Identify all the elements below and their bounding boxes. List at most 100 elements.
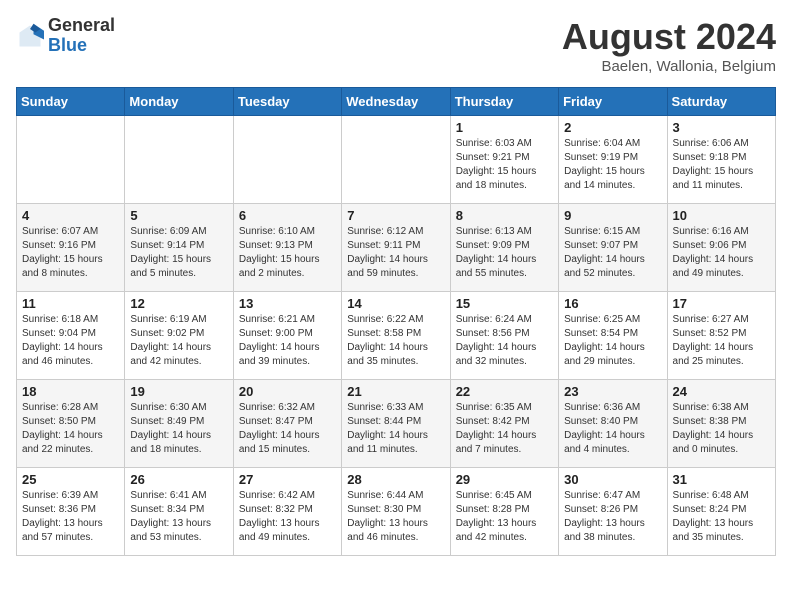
day-number: 2 xyxy=(564,120,661,135)
day-number: 21 xyxy=(347,384,444,399)
calendar-cell: 9 Sunrise: 6:15 AMSunset: 9:07 PMDaylight… xyxy=(559,204,667,292)
calendar-week-row: 1Sunrise: 6:03 AMSunset: 9:21 PMDaylight… xyxy=(17,116,776,204)
cell-info: Sunrise: 6:45 AMSunset: 8:28 PMDaylight:… xyxy=(456,489,553,545)
day-number: 31 xyxy=(673,472,770,487)
calendar-cell: 5Sunrise: 6:09 AMSunset: 9:14 PMDaylight… xyxy=(125,204,233,292)
calendar-cell: 4 Sunrise: 6:07 AMSunset: 9:16 PMDaylight… xyxy=(17,204,125,292)
month-year: August 2024 xyxy=(562,16,776,58)
calendar-cell: 23 Sunrise: 6:36 AMSunset: 8:40 PMDayligh… xyxy=(559,380,667,468)
cell-info: Sunrise: 6:41 AMSunset: 8:34 PMDaylight:… xyxy=(130,489,227,545)
calendar-cell: 2Sunrise: 6:04 AMSunset: 9:19 PMDaylight… xyxy=(559,116,667,204)
day-number: 13 xyxy=(239,296,336,311)
calendar-cell: 6Sunrise: 6:10 AMSunset: 9:13 PMDaylight… xyxy=(233,204,341,292)
location: Baelen, Wallonia, Belgium xyxy=(562,58,776,75)
cell-info: Sunrise: 6:18 AMSunset: 9:04 PMDaylight:… xyxy=(22,313,119,369)
calendar-week-row: 4 Sunrise: 6:07 AMSunset: 9:16 PMDaylight… xyxy=(17,204,776,292)
cell-info: Sunrise: 6:09 AMSunset: 9:14 PMDaylight:… xyxy=(130,225,227,281)
weekday-header: Thursday xyxy=(450,88,558,116)
calendar-cell xyxy=(342,116,450,204)
logo: General Blue xyxy=(16,16,115,56)
weekday-header: Saturday xyxy=(667,88,775,116)
day-number: 3 xyxy=(673,120,770,135)
cell-info: Sunrise: 6:07 AMSunset: 9:16 PMDaylight:… xyxy=(22,225,119,281)
cell-info: Sunrise: 6:48 AMSunset: 8:24 PMDaylight:… xyxy=(673,489,770,545)
calendar-cell: 29Sunrise: 6:45 AMSunset: 8:28 PMDayligh… xyxy=(450,468,558,556)
cell-info: Sunrise: 6:30 AMSunset: 8:49 PMDaylight:… xyxy=(130,401,227,457)
calendar-cell: 11 Sunrise: 6:18 AMSunset: 9:04 PMDayligh… xyxy=(17,292,125,380)
cell-info: Sunrise: 6:12 AMSunset: 9:11 PMDaylight:… xyxy=(347,225,444,281)
weekday-header: Sunday xyxy=(17,88,125,116)
calendar-cell xyxy=(233,116,341,204)
calendar-cell: 8 Sunrise: 6:13 AMSunset: 9:09 PMDaylight… xyxy=(450,204,558,292)
cell-info: Sunrise: 6:39 AMSunset: 8:36 PMDaylight:… xyxy=(22,489,119,545)
weekday-row: SundayMondayTuesdayWednesdayThursdayFrid… xyxy=(17,88,776,116)
day-number: 23 xyxy=(564,384,661,399)
day-number: 8 xyxy=(456,208,553,223)
weekday-header: Monday xyxy=(125,88,233,116)
weekday-header: Tuesday xyxy=(233,88,341,116)
calendar-cell: 10 Sunrise: 6:16 AMSunset: 9:06 PMDayligh… xyxy=(667,204,775,292)
cell-info: Sunrise: 6:19 AMSunset: 9:02 PMDaylight:… xyxy=(130,313,227,369)
day-number: 19 xyxy=(130,384,227,399)
title-area: August 2024 Baelen, Wallonia, Belgium xyxy=(562,16,776,75)
calendar-cell: 20Sunrise: 6:32 AMSunset: 8:47 PMDayligh… xyxy=(233,380,341,468)
cell-info: Sunrise: 6:47 AMSunset: 8:26 PMDaylight:… xyxy=(564,489,661,545)
cell-info: Sunrise: 6:35 AMSunset: 8:42 PMDaylight:… xyxy=(456,401,553,457)
calendar-cell: 17 Sunrise: 6:27 AMSunset: 8:52 PMDayligh… xyxy=(667,292,775,380)
calendar-cell: 21 Sunrise: 6:33 AMSunset: 8:44 PMDayligh… xyxy=(342,380,450,468)
calendar-cell: 7 Sunrise: 6:12 AMSunset: 9:11 PMDaylight… xyxy=(342,204,450,292)
day-number: 17 xyxy=(673,296,770,311)
cell-info: Sunrise: 6:22 AMSunset: 8:58 PMDaylight:… xyxy=(347,313,444,369)
day-number: 25 xyxy=(22,472,119,487)
day-number: 24 xyxy=(673,384,770,399)
cell-info: Sunrise: 6:42 AMSunset: 8:32 PMDaylight:… xyxy=(239,489,336,545)
cell-info: Sunrise: 6:16 AMSunset: 9:06 PMDaylight:… xyxy=(673,225,770,281)
day-number: 7 xyxy=(347,208,444,223)
cell-info: Sunrise: 6:21 AMSunset: 9:00 PMDaylight:… xyxy=(239,313,336,369)
cell-info: Sunrise: 6:33 AMSunset: 8:44 PMDaylight:… xyxy=(347,401,444,457)
calendar-cell: 25 Sunrise: 6:39 AMSunset: 8:36 PMDayligh… xyxy=(17,468,125,556)
day-number: 14 xyxy=(347,296,444,311)
day-number: 26 xyxy=(130,472,227,487)
cell-info: Sunrise: 6:27 AMSunset: 8:52 PMDaylight:… xyxy=(673,313,770,369)
calendar-cell: 18Sunrise: 6:28 AMSunset: 8:50 PMDayligh… xyxy=(17,380,125,468)
weekday-header: Wednesday xyxy=(342,88,450,116)
calendar-header: SundayMondayTuesdayWednesdayThursdayFrid… xyxy=(17,88,776,116)
header: General Blue August 2024 Baelen, Walloni… xyxy=(16,16,776,75)
cell-info: Sunrise: 6:13 AMSunset: 9:09 PMDaylight:… xyxy=(456,225,553,281)
calendar-week-row: 18Sunrise: 6:28 AMSunset: 8:50 PMDayligh… xyxy=(17,380,776,468)
day-number: 18 xyxy=(22,384,119,399)
cell-info: Sunrise: 6:44 AMSunset: 8:30 PMDaylight:… xyxy=(347,489,444,545)
calendar-cell: 19 Sunrise: 6:30 AMSunset: 8:49 PMDayligh… xyxy=(125,380,233,468)
day-number: 10 xyxy=(673,208,770,223)
logo-icon xyxy=(16,22,44,50)
cell-info: Sunrise: 6:24 AMSunset: 8:56 PMDaylight:… xyxy=(456,313,553,369)
day-number: 16 xyxy=(564,296,661,311)
cell-info: Sunrise: 6:38 AMSunset: 8:38 PMDaylight:… xyxy=(673,401,770,457)
calendar-cell: 22Sunrise: 6:35 AMSunset: 8:42 PMDayligh… xyxy=(450,380,558,468)
cell-info: Sunrise: 6:15 AMSunset: 9:07 PMDaylight:… xyxy=(564,225,661,281)
cell-info: Sunrise: 6:10 AMSunset: 9:13 PMDaylight:… xyxy=(239,225,336,281)
calendar-week-row: 25 Sunrise: 6:39 AMSunset: 8:36 PMDayligh… xyxy=(17,468,776,556)
calendar-cell: 26 Sunrise: 6:41 AMSunset: 8:34 PMDayligh… xyxy=(125,468,233,556)
cell-info: Sunrise: 6:36 AMSunset: 8:40 PMDaylight:… xyxy=(564,401,661,457)
calendar-cell: 28 Sunrise: 6:44 AMSunset: 8:30 PMDayligh… xyxy=(342,468,450,556)
day-number: 4 xyxy=(22,208,119,223)
calendar-table: SundayMondayTuesdayWednesdayThursdayFrid… xyxy=(16,87,776,556)
weekday-header: Friday xyxy=(559,88,667,116)
calendar-week-row: 11 Sunrise: 6:18 AMSunset: 9:04 PMDayligh… xyxy=(17,292,776,380)
day-number: 11 xyxy=(22,296,119,311)
logo-text: General Blue xyxy=(48,16,115,56)
calendar-cell: 3 Sunrise: 6:06 AMSunset: 9:18 PMDaylight… xyxy=(667,116,775,204)
calendar-cell: 1Sunrise: 6:03 AMSunset: 9:21 PMDaylight… xyxy=(450,116,558,204)
calendar-cell: 15 Sunrise: 6:24 AMSunset: 8:56 PMDayligh… xyxy=(450,292,558,380)
day-number: 12 xyxy=(130,296,227,311)
calendar-body: 1Sunrise: 6:03 AMSunset: 9:21 PMDaylight… xyxy=(17,116,776,556)
day-number: 15 xyxy=(456,296,553,311)
day-number: 9 xyxy=(564,208,661,223)
calendar-cell: 16Sunrise: 6:25 AMSunset: 8:54 PMDayligh… xyxy=(559,292,667,380)
day-number: 30 xyxy=(564,472,661,487)
day-number: 28 xyxy=(347,472,444,487)
cell-info: Sunrise: 6:06 AMSunset: 9:18 PMDaylight:… xyxy=(673,137,770,193)
calendar-cell xyxy=(125,116,233,204)
